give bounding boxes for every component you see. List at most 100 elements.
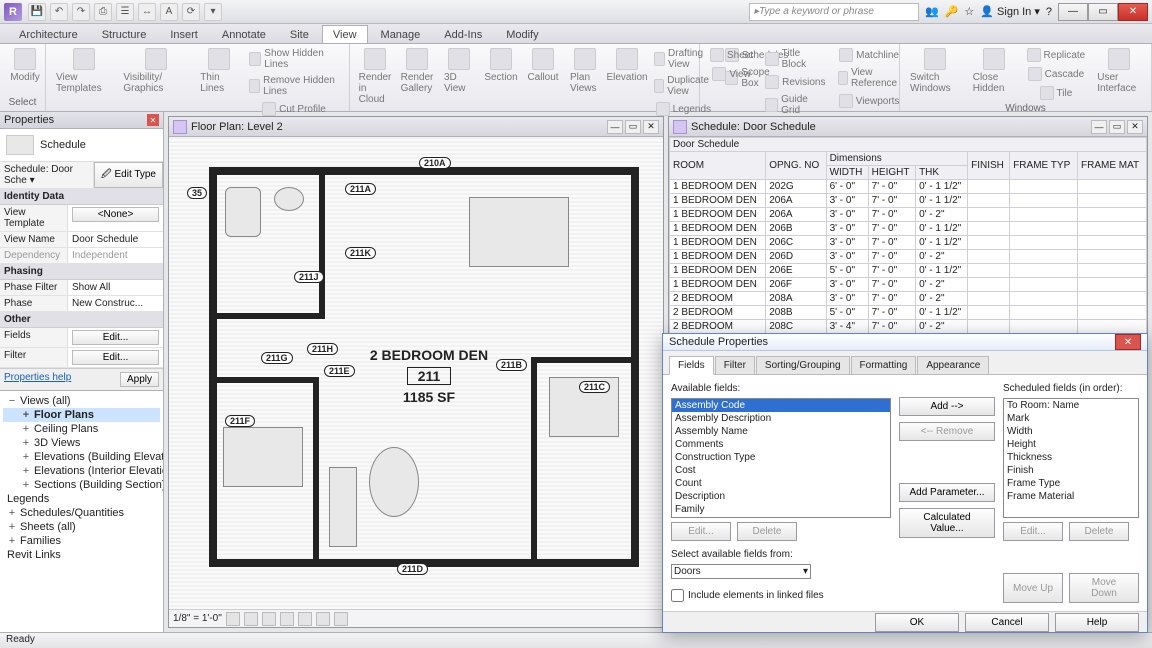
delete-scheduled-button[interactable]: Delete: [1069, 522, 1129, 541]
tree-item[interactable]: + Sheets (all): [3, 520, 160, 534]
sheet-button[interactable]: Sheet: [706, 46, 757, 64]
tree-item[interactable]: + Elevations (Interior Elevation): [3, 464, 160, 478]
fp-max-button[interactable]: ▭: [625, 120, 641, 134]
hide-icon[interactable]: [316, 612, 330, 626]
edit-scheduled-button[interactable]: Edit...: [1003, 522, 1063, 541]
detail-level-icon[interactable]: [226, 612, 240, 626]
door-tag[interactable]: 211H: [307, 343, 338, 355]
ribbon-tab-site[interactable]: Site: [279, 25, 320, 43]
available-field-item[interactable]: Description: [672, 490, 890, 503]
dialog-close-button[interactable]: ✕: [1115, 334, 1141, 350]
sch-max-button[interactable]: ▭: [1109, 120, 1125, 134]
floorplan-titlebar[interactable]: Floor Plan: Level 2 —▭✕: [169, 117, 663, 137]
door-tag[interactable]: 211J: [294, 271, 324, 283]
maximize-button[interactable]: ▭: [1088, 3, 1118, 21]
ok-button[interactable]: OK: [875, 613, 959, 632]
door-tag[interactable]: 210A: [419, 157, 451, 169]
ribbon-tab-add-ins[interactable]: Add-Ins: [433, 25, 493, 43]
scheduled-field-item[interactable]: Mark: [1004, 412, 1138, 425]
switch-windows-button[interactable]: Switch Windows: [906, 46, 965, 96]
section-button[interactable]: Section: [482, 46, 520, 85]
sch-close-button[interactable]: ✕: [1127, 120, 1143, 134]
ribbon-tab-insert[interactable]: Insert: [159, 25, 209, 43]
tree-item[interactable]: + Floor Plans: [3, 408, 160, 422]
signin-link[interactable]: 👤 Sign In ▾: [980, 5, 1040, 18]
type-selector[interactable]: Schedule: [0, 129, 163, 162]
move-down-button[interactable]: Move Down: [1069, 573, 1139, 603]
dialog-tab-fields[interactable]: Fields: [669, 356, 714, 375]
qat-undo-icon[interactable]: ↶: [50, 3, 68, 21]
replicate-button[interactable]: Replicate: [1023, 46, 1090, 64]
viewports-button[interactable]: Viewports: [834, 92, 905, 110]
plan-views-button[interactable]: Plan Views: [566, 46, 604, 96]
tree-item[interactable]: − Views (all): [3, 394, 160, 408]
include-linked-checkbox[interactable]: [671, 589, 684, 602]
callout-button[interactable]: Callout: [524, 46, 562, 85]
qat-text-icon[interactable]: A: [160, 3, 178, 21]
qat-open-icon[interactable]: ☰: [116, 3, 134, 21]
available-field-item[interactable]: Cost: [672, 464, 890, 477]
apply-button[interactable]: Apply: [120, 372, 159, 387]
qat-save-icon[interactable]: 💾: [28, 3, 46, 21]
scheduled-fields-list[interactable]: To Room: NameMarkWidthHeightThicknessFin…: [1003, 398, 1139, 518]
fp-min-button[interactable]: —: [607, 120, 623, 134]
tree-item[interactable]: + Ceiling Plans: [3, 422, 160, 436]
show-hidden-button[interactable]: Show Hidden Lines: [245, 46, 343, 72]
edit-type-button[interactable]: 🖉 Edit Type: [94, 162, 163, 188]
thin-lines-button[interactable]: Thin Lines: [196, 46, 241, 96]
scheduled-field-item[interactable]: Height: [1004, 438, 1138, 451]
cascade-button[interactable]: Cascade: [1023, 65, 1090, 83]
tree-item[interactable]: + Elevations (Building Elevation): [3, 450, 160, 464]
dialog-tab-filter[interactable]: Filter: [715, 356, 755, 375]
available-field-item[interactable]: Count: [672, 477, 890, 490]
crop-icon[interactable]: [298, 612, 312, 626]
elevation-button[interactable]: Elevation: [608, 46, 646, 85]
scheduled-field-item[interactable]: Finish: [1004, 464, 1138, 477]
scheduled-field-item[interactable]: Width: [1004, 425, 1138, 438]
ribbon-tab-annotate[interactable]: Annotate: [211, 25, 277, 43]
door-tag[interactable]: 211B: [496, 359, 527, 371]
scale-label[interactable]: 1/8" = 1'-0": [173, 613, 222, 624]
floorplan-canvas[interactable]: 2 BEDROOM DEN 211 1185 SF 35 210A 211A 2…: [169, 137, 663, 609]
qat-more-icon[interactable]: ▾: [204, 3, 222, 21]
add-parameter-button[interactable]: Add Parameter...: [899, 483, 995, 502]
cancel-button[interactable]: Cancel: [965, 613, 1049, 632]
properties-close-icon[interactable]: ✕: [147, 114, 159, 126]
door-tag[interactable]: 211A: [345, 183, 376, 195]
select-from-dropdown[interactable]: Doors ▾: [671, 564, 811, 579]
add-field-button[interactable]: Add -->: [899, 397, 995, 416]
qat-measure-icon[interactable]: ↔: [138, 3, 156, 21]
door-tag[interactable]: 211C: [579, 381, 610, 393]
project-browser[interactable]: − Views (all)+ Floor Plans+ Ceiling Plan…: [0, 390, 163, 632]
phase-filter-value[interactable]: Show All: [68, 280, 163, 295]
tree-item[interactable]: + Sections (Building Section): [3, 478, 160, 492]
properties-help-link[interactable]: Properties help: [4, 372, 71, 387]
available-field-item[interactable]: Family and Type: [672, 516, 890, 518]
door-tag[interactable]: 211F: [225, 415, 255, 427]
ribbon-tab-architecture[interactable]: Architecture: [8, 25, 89, 43]
scheduled-field-item[interactable]: To Room: Name: [1004, 399, 1138, 412]
fields-edit-button[interactable]: Edit...: [72, 330, 159, 345]
shadows-icon[interactable]: [280, 612, 294, 626]
dialog-tab-appearance[interactable]: Appearance: [917, 356, 989, 375]
dialog-tab-sortinggrouping[interactable]: Sorting/Grouping: [756, 356, 850, 375]
visual-style-icon[interactable]: [244, 612, 258, 626]
reveal-icon[interactable]: [334, 612, 348, 626]
delete-field-button[interactable]: Delete: [737, 522, 797, 541]
available-field-item[interactable]: Family: [672, 503, 890, 516]
modify-button[interactable]: Modify: [6, 46, 44, 85]
ribbon-tab-manage[interactable]: Manage: [370, 25, 432, 43]
ribbon-tab-structure[interactable]: Structure: [91, 25, 158, 43]
available-fields-list[interactable]: Assembly CodeAssembly DescriptionAssembl…: [671, 398, 891, 518]
tree-item[interactable]: Legends: [3, 492, 160, 506]
scheduled-field-item[interactable]: Thickness: [1004, 451, 1138, 464]
view-templates-button[interactable]: View Templates: [52, 46, 115, 96]
tree-item[interactable]: + Schedules/Quantities: [3, 506, 160, 520]
door-tag[interactable]: 35: [187, 187, 207, 199]
fp-close-button[interactable]: ✕: [643, 120, 659, 134]
3d-view-button[interactable]: 3D View: [440, 46, 478, 96]
qat-print-icon[interactable]: ⎙: [94, 3, 112, 21]
help-icon[interactable]: ?: [1046, 6, 1052, 18]
phase-value[interactable]: New Construc...: [68, 296, 163, 311]
help-button[interactable]: Help: [1055, 613, 1139, 632]
